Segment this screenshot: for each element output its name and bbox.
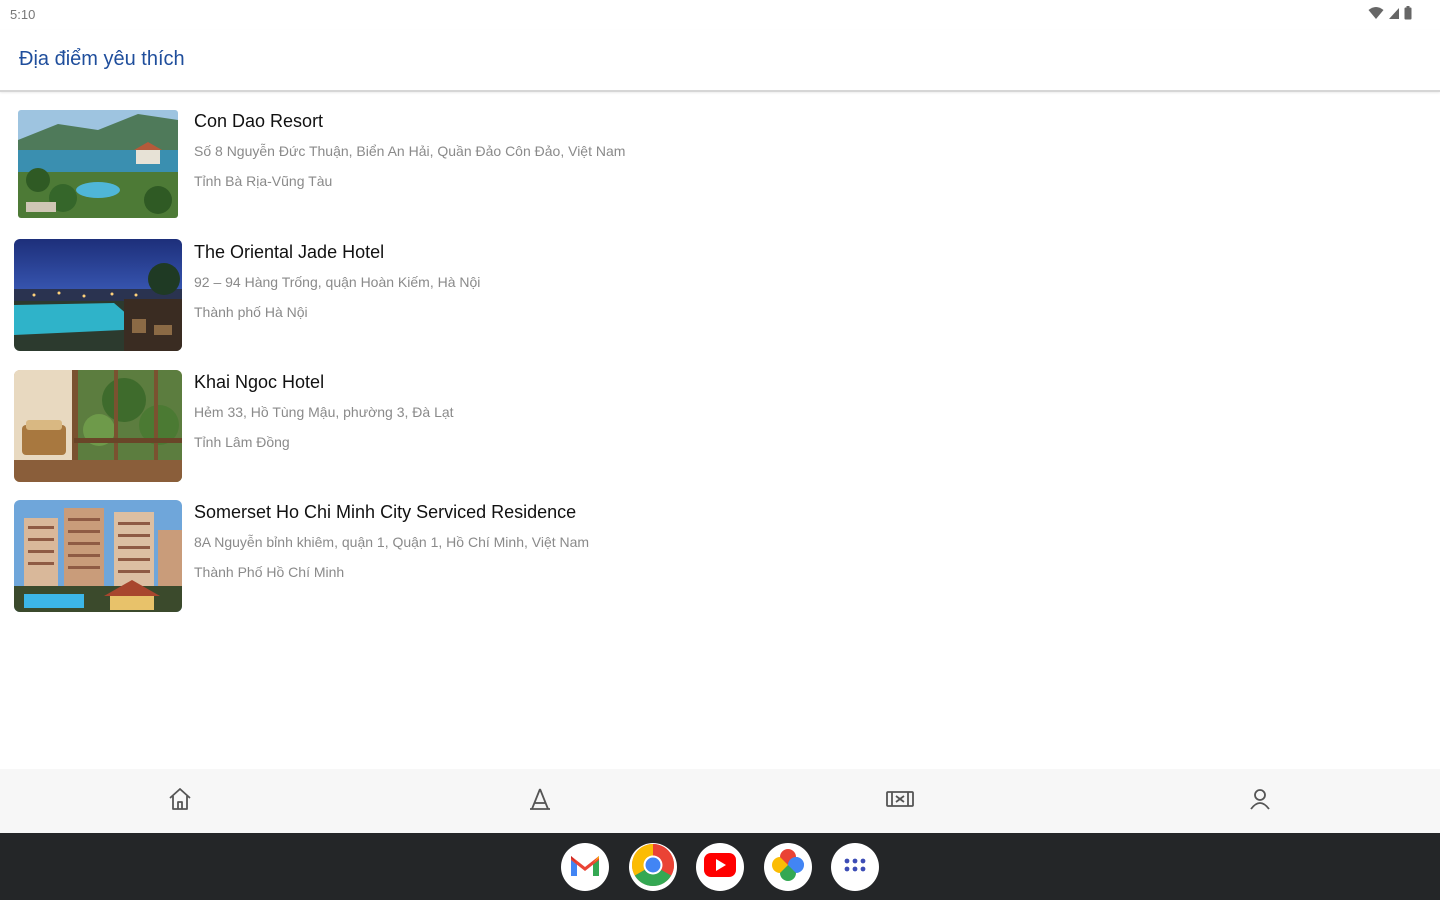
list-item[interactable]: Con Dao Resort Số 8 Nguyễn Đức Thuận, Bi… [0, 110, 1440, 230]
app-bar: Địa điểm yêu thích [0, 30, 1440, 92]
status-bar: 5:10 [0, 0, 1440, 30]
nav-tickets-button[interactable] [884, 785, 916, 817]
photos-icon [770, 847, 806, 888]
status-icons [1368, 6, 1412, 25]
gmail-icon [569, 852, 601, 883]
app-drawer-icon [843, 857, 867, 878]
place-province: Thành phố Hà Nội [194, 304, 308, 320]
gmail-app[interactable] [561, 843, 609, 891]
bottom-navigation [0, 769, 1440, 833]
battery-icon [1404, 6, 1412, 25]
place-thumbnail [14, 500, 182, 612]
place-thumbnail [18, 110, 178, 218]
place-address: 8A Nguyễn bỉnh khiêm, quận 1, Quận 1, Hồ… [194, 534, 590, 550]
place-address: Hẻm 33, Hồ Tùng Mậu, phường 3, Đà Lạt [194, 404, 454, 420]
wifi-icon [1368, 6, 1384, 25]
taskbar [0, 833, 1440, 900]
home-icon [166, 785, 194, 818]
place-name: Khai Ngoc Hotel [194, 372, 325, 392]
chrome-icon [631, 843, 675, 892]
signal-icon [1388, 6, 1400, 25]
nav-places-button[interactable] [524, 785, 556, 817]
place-address: 92 – 94 Hàng Trống, quận Hoàn Kiếm, Hà N… [194, 274, 481, 290]
chrome-app[interactable] [629, 843, 677, 891]
place-name: Somerset Ho Chi Minh City Serviced Resid… [194, 502, 577, 522]
list-item[interactable]: The Oriental Jade Hotel 92 – 94 Hàng Trố… [0, 239, 1440, 361]
place-thumbnail [14, 370, 182, 482]
status-time: 5:10 [10, 7, 36, 22]
nav-profile-button[interactable] [1244, 785, 1276, 817]
place-thumbnail [14, 239, 182, 351]
nav-home-button[interactable] [164, 785, 196, 817]
photos-app[interactable] [764, 843, 812, 891]
place-info: Somerset Ho Chi Minh City Serviced Resid… [194, 501, 589, 581]
page-title: Địa điểm yêu thích [19, 48, 185, 70]
place-name: The Oriental Jade Hotel [194, 242, 385, 262]
place-info: Khai Ngoc Hotel Hẻm 33, Hồ Tùng Mậu, phư… [194, 371, 454, 451]
list-item[interactable]: Somerset Ho Chi Minh City Serviced Resid… [0, 500, 1440, 621]
place-address: Số 8 Nguyễn Đức Thuận, Biển An Hải, Quần… [194, 143, 626, 159]
list-item[interactable]: Khai Ngoc Hotel Hẻm 33, Hồ Tùng Mậu, phư… [0, 370, 1440, 491]
person-icon [1246, 785, 1274, 818]
app-drawer-button[interactable] [831, 843, 879, 891]
place-province: Tỉnh Lâm Đồng [194, 434, 290, 450]
place-info: Con Dao Resort Số 8 Nguyễn Đức Thuận, Bi… [194, 110, 625, 190]
place-icon [526, 785, 554, 818]
place-info: The Oriental Jade Hotel 92 – 94 Hàng Trố… [194, 241, 480, 321]
place-province: Tỉnh Bà Rịa-Vũng Tàu [194, 173, 333, 189]
ticket-icon [885, 785, 915, 818]
youtube-app[interactable] [696, 843, 744, 891]
place-province: Thành Phố Hồ Chí Minh [194, 564, 345, 580]
place-name: Con Dao Resort [194, 111, 324, 131]
youtube-icon [703, 852, 737, 883]
